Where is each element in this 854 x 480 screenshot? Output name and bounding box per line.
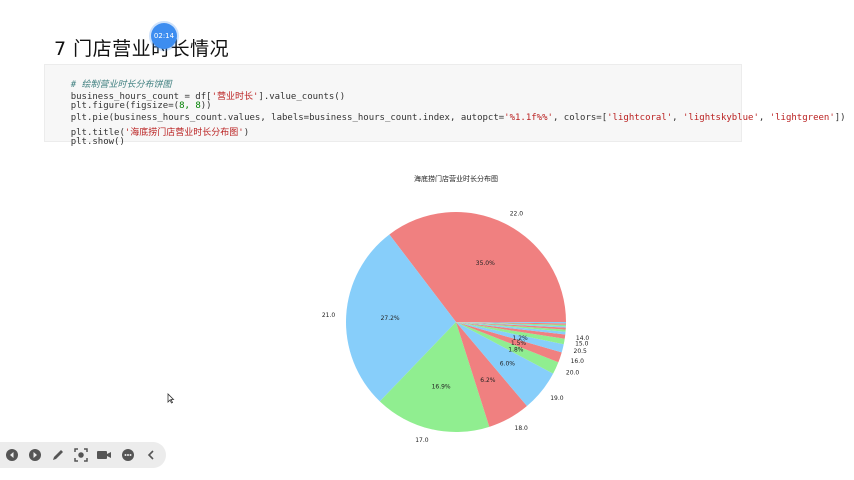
- slice-label: 21.0: [322, 312, 336, 319]
- pie-chart: 海底捞门店营业时长分布图 22.0 35.0% 21.0 27.2% 17.0 16.9%…: [322, 174, 590, 444]
- code-string: 'lightcoral': [607, 113, 673, 123]
- code-text: ,: [672, 113, 684, 123]
- code-string: '海底捞门店营业时长分布图': [124, 128, 244, 138]
- slice-label: 17.0: [415, 437, 429, 444]
- code-text: ]): [834, 113, 846, 123]
- code-string: 'lightskyblue': [683, 113, 759, 123]
- playback-toolbar: [0, 442, 166, 468]
- slice-label: 16.0: [571, 358, 585, 365]
- slice-percent-label: 35.0%: [476, 260, 495, 267]
- slice-label: 20.5: [574, 348, 588, 355]
- slice-label: 20.0: [566, 370, 580, 377]
- slice-percent-label: 27.2%: [381, 315, 400, 322]
- slice-label: 18.0: [515, 425, 529, 432]
- camera-icon[interactable]: [96, 447, 112, 463]
- recording-timer-badge[interactable]: 02:14: [151, 23, 177, 49]
- code-text: ].value_counts(): [258, 92, 346, 102]
- slice-label: 19.0: [550, 395, 564, 402]
- code-text: , colors=[: [552, 113, 608, 123]
- slice-percent-label: 1.8%: [508, 347, 524, 354]
- slice-label: 22.0: [510, 211, 524, 218]
- code-text: ): [243, 128, 250, 138]
- code-string: '%1.1f%%': [504, 113, 553, 123]
- slice-percent-label: 16.9%: [432, 383, 451, 390]
- next-icon[interactable]: [27, 447, 43, 463]
- code-text: plt.show(): [70, 137, 125, 147]
- pen-icon[interactable]: [50, 447, 66, 463]
- code-cell[interactable]: # 绘制营业时长分布饼图 business_hours_count = df['…: [44, 64, 846, 147]
- slice-percent-label: 6.0%: [500, 361, 516, 368]
- more-icon[interactable]: [120, 447, 136, 463]
- chart-title: 海底捞门店营业时长分布图: [414, 174, 498, 183]
- screenshot-icon[interactable]: [73, 447, 89, 463]
- collapse-icon[interactable]: [143, 447, 159, 463]
- code-string: '营业时长': [211, 92, 259, 102]
- pie-slices: [346, 212, 566, 433]
- mouse-cursor-icon: [167, 393, 175, 404]
- notebook-heading: 7 门店营业时长情况: [54, 38, 230, 60]
- prev-icon[interactable]: [4, 447, 20, 463]
- slice-percent-label: 6.2%: [480, 377, 496, 384]
- code-string: 'lightgreen': [769, 113, 835, 123]
- slice-percent-label: 1.2%: [512, 335, 528, 342]
- code-line-5: plt.show(): [49, 127, 125, 157]
- slice-label: 14.0: [576, 335, 590, 342]
- code-text: ,: [758, 113, 770, 123]
